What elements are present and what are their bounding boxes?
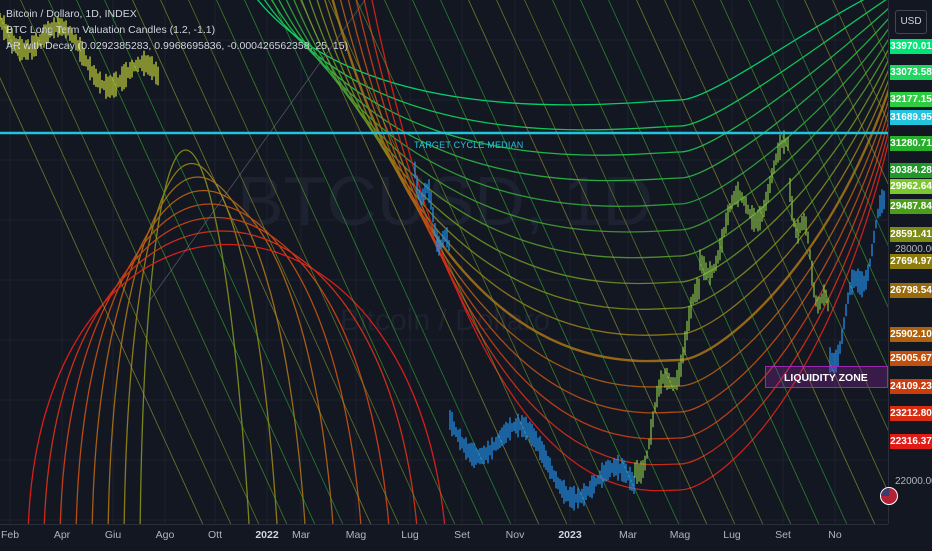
price-tag: 30384.28 [890, 163, 932, 178]
decay-line [160, 0, 400, 524]
us-flag-icon[interactable] [880, 487, 898, 505]
liquidity-zone-box[interactable]: LIQUIDITY ZONE [765, 366, 888, 388]
time-tick-label: Lug [723, 529, 741, 541]
price-tag: 33073.58 [890, 65, 932, 80]
price-tag: 24109.23 [890, 379, 932, 394]
legend-ar-decay-indicator[interactable]: AR with Decay (0.0292385283, 0.996869583… [6, 38, 348, 54]
decay-line [608, 0, 848, 524]
decay-line [384, 0, 624, 524]
decay-line [748, 0, 888, 308]
cycle-bands [27, 0, 888, 524]
decay-line [804, 0, 888, 185]
price-tag: 25005.67 [890, 351, 932, 366]
time-tick-label: 2023 [558, 529, 582, 541]
price-tag: 25902.10 [890, 327, 932, 342]
time-tick-label: Mar [291, 529, 311, 541]
decay-line [0, 77, 204, 524]
price-tag: 28591.41 [890, 227, 932, 242]
price-tag: 22316.37 [890, 434, 932, 449]
time-tick-label: Ott [207, 529, 223, 541]
currency-button[interactable]: USD [895, 10, 927, 34]
time-tick-label: Ago [155, 529, 175, 541]
price-tag: 27694.97 [890, 254, 932, 269]
decay-line [664, 0, 888, 493]
price-tag: 33970.01 [890, 39, 932, 54]
cycle-band-dome [43, 230, 418, 524]
price-tag: 31689.95 [890, 110, 932, 125]
price-axis-label: 22000.00 [895, 476, 932, 487]
price-tag: 23212.80 [890, 406, 932, 421]
target-cycle-median-label: TARGET CYCLE MEDIAN [414, 140, 524, 150]
price-tag: 26798.54 [890, 283, 932, 298]
time-tick-label: 2022 [255, 529, 279, 541]
time-tick-label: Set [454, 529, 470, 541]
time-tick-label: Nov [505, 529, 525, 541]
decay-line [552, 0, 792, 524]
time-axis[interactable] [0, 524, 888, 551]
legend-symbol[interactable]: Bitcoin / Dollaro, 1D, INDEX [6, 6, 348, 22]
price-tag: 29487.84 [890, 199, 932, 214]
time-tick-label: Mag [669, 529, 691, 541]
indicator-legend: Bitcoin / Dollaro, 1D, INDEX BTC Long Te… [6, 6, 348, 54]
time-tick-label: Lug [401, 529, 419, 541]
time-tick-label: No [828, 529, 842, 541]
cycle-band-dome [27, 244, 446, 524]
time-tick-label: Mar [618, 529, 638, 541]
decay-line [104, 0, 344, 524]
decay-line [0, 15, 232, 524]
price-tag: 29962.64 [890, 179, 932, 194]
time-tick-label: Giu [104, 529, 122, 541]
time-tick-label: Apr [53, 529, 71, 541]
price-tag: 32177.15 [890, 92, 932, 107]
price-tag: 31280.71 [890, 136, 932, 151]
time-tick-label: Mag [345, 529, 367, 541]
price-axis-label: 28000.00 [895, 244, 932, 255]
decay-line [580, 0, 820, 524]
legend-valuation-indicator[interactable]: BTC Long Term Valuation Candles (1.2, -1… [6, 22, 348, 38]
time-tick-label: Set [775, 529, 791, 541]
chart-canvas[interactable]: BTCUSD, 1D Bitcoin / Dollaro [0, 0, 888, 524]
time-tick-label: Feb [0, 529, 20, 541]
decay-line [216, 0, 456, 524]
